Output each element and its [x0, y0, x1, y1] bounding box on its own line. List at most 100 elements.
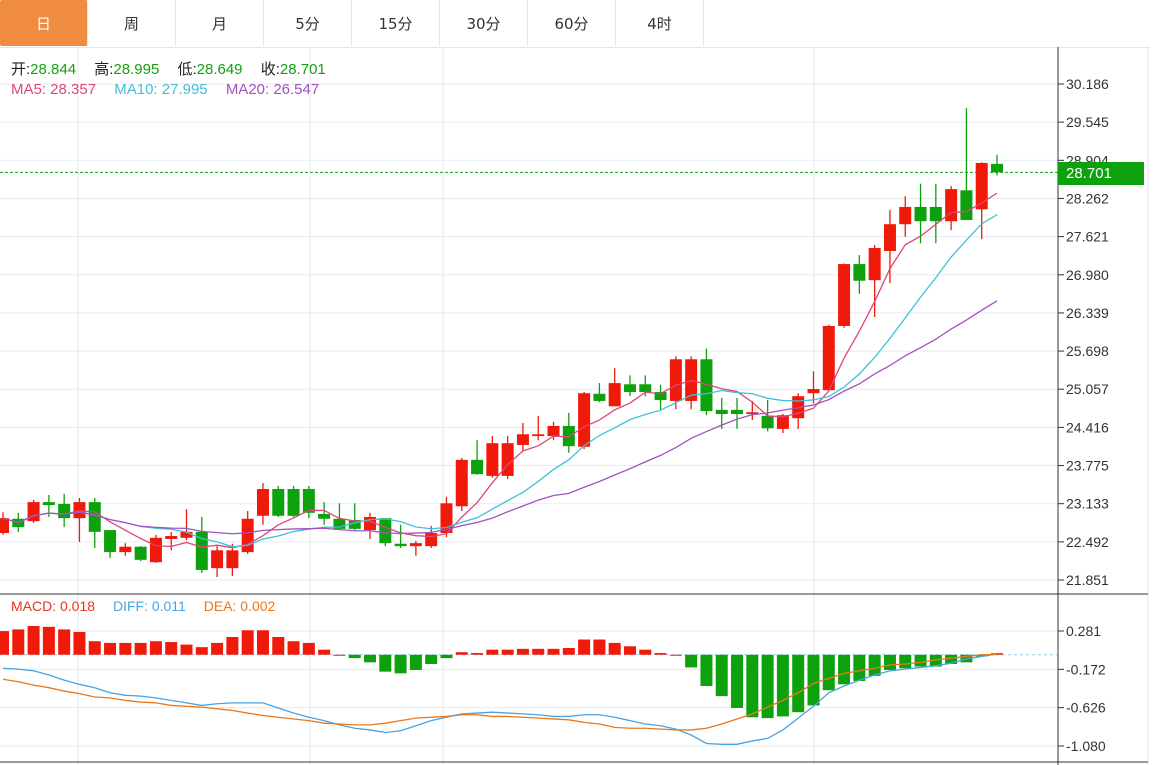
- price-tick-label: 22.492: [1066, 534, 1109, 550]
- candle-body: [226, 550, 239, 569]
- price-tick-label: 25.698: [1066, 343, 1109, 359]
- open-value: 28.844: [30, 61, 77, 78]
- macd-bar: [104, 642, 117, 655]
- macd-bar: [792, 654, 805, 713]
- macd-bar: [27, 626, 40, 655]
- macd-bar: [516, 648, 529, 655]
- price-tick-label: 30.186: [1066, 76, 1109, 92]
- ma-legend: MA5: 28.357 MA10: 27.995 MA20: 26.547: [11, 81, 333, 98]
- candle-body: [58, 503, 71, 519]
- ma20-line: [2, 300, 998, 535]
- high-label: 高:: [94, 61, 114, 78]
- price-tick-label: 23.133: [1066, 496, 1109, 512]
- macd-bar: [440, 654, 453, 659]
- candle-body: [471, 459, 484, 475]
- candle-body: [578, 393, 591, 447]
- macd-bar: [0, 631, 9, 655]
- ohlc-legend: 开:28.844 高:28.995 低:28.649 收:28.701: [11, 58, 340, 79]
- macd-bar: [165, 642, 178, 655]
- price-tick-label: 21.851: [1066, 572, 1109, 588]
- macd-bar: [562, 647, 575, 655]
- close-value: 28.701: [279, 61, 326, 78]
- macd-tick-label: -1.080: [1066, 738, 1106, 754]
- candlestick-chart[interactable]: 30.18629.54528.90428.26227.62126.98026.3…: [0, 0, 1164, 765]
- candle-body: [991, 163, 1003, 173]
- diff-value: DIFF: 0.011: [112, 598, 186, 614]
- candle-body: [669, 359, 682, 401]
- candle-body: [853, 264, 866, 281]
- macd-bar: [272, 636, 285, 655]
- macd-bar: [455, 652, 468, 655]
- macd-bar: [623, 646, 636, 655]
- candle-body: [868, 248, 881, 281]
- candle-body: [516, 434, 529, 445]
- price-tick-label: 23.775: [1066, 458, 1109, 474]
- candle-body: [394, 543, 407, 547]
- macd-bar: [883, 654, 896, 670]
- price-tick-label: 25.057: [1066, 381, 1109, 397]
- macd-bar: [256, 630, 269, 655]
- candle-body: [134, 546, 147, 560]
- high-value: 28.995: [113, 61, 160, 78]
- macd-bar: [532, 648, 545, 655]
- candle-body: [501, 443, 514, 476]
- macd-bar: [180, 644, 193, 655]
- macd-bar: [685, 654, 698, 668]
- candle-body: [272, 489, 285, 516]
- macd-value: MACD: 0.018: [11, 598, 96, 614]
- price-tick-label: 28.262: [1066, 190, 1109, 206]
- low-label: 低:: [177, 61, 197, 78]
- candle-body: [715, 409, 728, 415]
- macd-bar: [425, 654, 438, 665]
- candle-body: [486, 443, 499, 476]
- macd-bar: [654, 653, 667, 655]
- macd-bar: [58, 629, 71, 655]
- candle-body: [532, 434, 545, 437]
- macd-bar: [134, 642, 147, 655]
- candle-body: [929, 206, 942, 222]
- macd-bar: [853, 654, 866, 681]
- macd-bar: [593, 639, 606, 655]
- low-value: 28.649: [196, 61, 243, 78]
- candle-body: [379, 518, 392, 544]
- candle-body: [302, 489, 315, 513]
- price-tick-label: 27.621: [1066, 229, 1109, 245]
- candle-body: [425, 533, 438, 547]
- macd-bar: [394, 654, 407, 674]
- macd-bar: [149, 641, 162, 655]
- current-price-tag: 28.701: [1058, 162, 1144, 185]
- candle-body: [731, 409, 744, 415]
- ma5-value: MA5: 28.357: [11, 81, 97, 98]
- candle-body: [211, 550, 224, 569]
- ma10-value: MA10: 27.995: [114, 81, 208, 98]
- candle-body: [623, 384, 636, 393]
- macd-bar: [318, 649, 331, 655]
- macd-bar: [73, 631, 86, 655]
- candle-body: [0, 518, 9, 534]
- macd-bar: [578, 639, 591, 655]
- macd-bar: [88, 641, 101, 655]
- macd-bar: [914, 654, 927, 667]
- macd-legend: MACD: 0.018 DIFF: 0.011 DEA: 0.002: [11, 598, 289, 614]
- macd-bar: [195, 647, 208, 655]
- open-label: 开:: [11, 61, 31, 78]
- macd-bar: [700, 654, 713, 687]
- macd-bar: [822, 654, 835, 691]
- price-tick-label: 24.416: [1066, 419, 1109, 435]
- candle-body: [960, 190, 973, 221]
- macd-bar: [639, 649, 652, 655]
- ma5-line: [2, 192, 998, 549]
- candle-body: [119, 546, 132, 553]
- candle-body: [761, 415, 774, 429]
- macd-bar: [807, 654, 820, 706]
- candle-body: [73, 502, 86, 519]
- macd-bar: [669, 654, 682, 656]
- macd-bar: [348, 654, 361, 659]
- candle-body: [241, 518, 254, 553]
- macd-bar: [379, 654, 392, 672]
- candle-body: [42, 502, 55, 506]
- macd-bar: [409, 654, 422, 670]
- macd-bar: [608, 642, 621, 655]
- macd-bar: [838, 654, 851, 685]
- macd-bar: [547, 648, 560, 655]
